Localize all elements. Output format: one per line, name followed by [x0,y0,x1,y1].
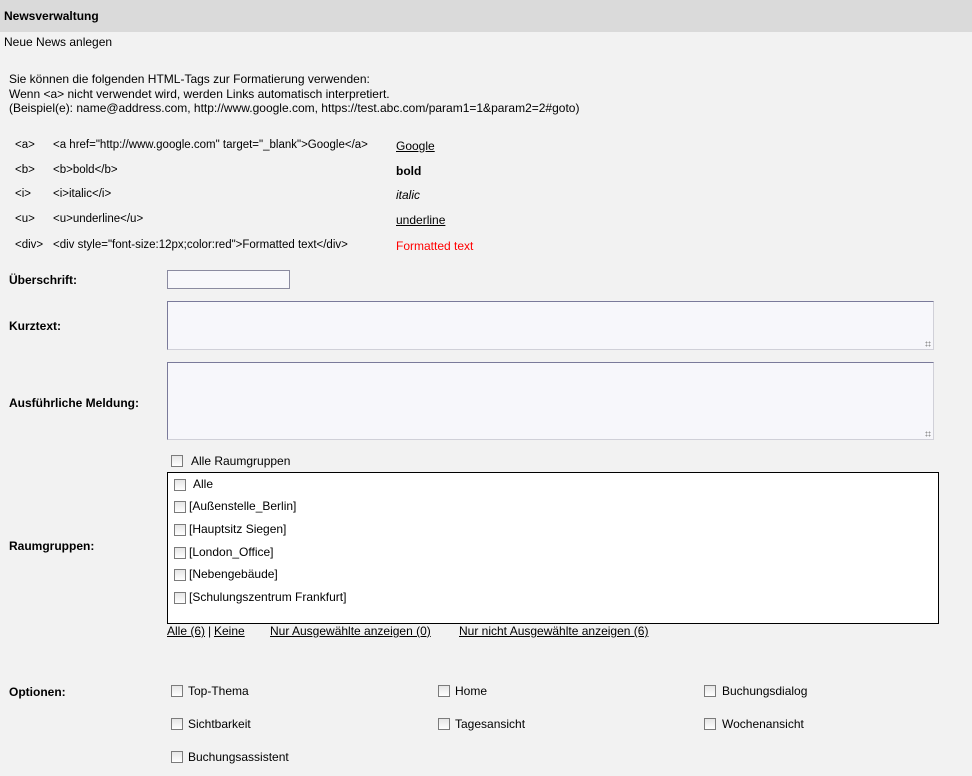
tagesansicht-checkbox[interactable] [438,718,450,730]
sichtbarkeit-label: Sichtbarkeit [188,717,251,731]
tag-example-link[interactable]: Google [396,139,435,153]
raumgruppe-checkbox-frankfurt[interactable] [174,592,186,604]
format-help: Sie können die folgenden HTML-Tags zur F… [9,72,579,116]
buchungsdialog-label: Buchungsdialog [722,684,808,698]
show-selected-link[interactable]: Nur Ausgewählte anzeigen (0) [270,624,431,638]
tag-example-formatted: Formatted text [396,239,474,253]
optionen-label: Optionen: [9,685,66,699]
raumgruppen-list[interactable]: Alle [Außenstelle_Berlin] [Hauptsitz Sie… [167,472,939,624]
raumgruppen-label: Raumgruppen: [9,539,95,553]
raumgruppe-label: [Außenstelle_Berlin] [189,499,297,513]
raumgruppe-label: [Schulungszentrum Frankfurt] [189,590,347,604]
alle-raumgruppen-checkbox[interactable] [171,455,183,467]
buchungsassistent-label: Buchungsassistent [188,750,289,764]
buchungsdialog-checkbox[interactable] [704,685,716,697]
raumgruppe-checkbox-london[interactable] [174,547,186,559]
kurztext-textarea[interactable] [167,301,934,350]
buchungsassistent-checkbox[interactable] [171,751,183,763]
kurztext-label: Kurztext: [9,319,62,333]
link-separator: | [208,624,212,638]
raumgruppe-checkbox-siegen[interactable] [174,524,186,536]
home-label: Home [455,684,488,698]
tag-code: <div style="font-size:12px;color:red">Fo… [53,239,348,251]
tag-name: <a> [15,139,35,151]
raumgruppe-label: [Nebengebäude] [189,567,278,581]
ueberschrift-label: Überschrift: [9,273,78,287]
meldung-label: Ausführliche Meldung: [9,396,139,410]
tagesansicht-label: Tagesansicht [455,717,526,731]
alle-raumgruppen-label: Alle Raumgruppen [191,454,291,468]
ueberschrift-input[interactable] [167,270,290,289]
tag-code: <a href="http://www.google.com" target="… [53,139,368,151]
raumgruppe-checkbox-alle[interactable] [174,479,186,491]
header-bar: Newsverwaltung [0,0,972,32]
help-line-1: Sie können die folgenden HTML-Tags zur F… [9,72,370,86]
section-title: Neue News anlegen [4,35,113,49]
raumgruppe-checkbox-nebengebaeude[interactable] [174,569,186,581]
resize-grip-icon[interactable] [925,341,931,347]
help-line-3: (Beispiel(e): name@address.com, http://w… [9,101,580,115]
show-unselected-link[interactable]: Nur nicht Ausgewählte anzeigen (6) [459,624,648,638]
raumgruppe-label: [Hauptsitz Siegen] [189,522,287,536]
raumgruppe-label: [London_Office] [189,545,274,559]
wochenansicht-checkbox[interactable] [704,718,716,730]
wochenansicht-label: Wochenansicht [722,717,804,731]
tag-name: <b> [15,164,35,176]
sichtbarkeit-checkbox[interactable] [171,718,183,730]
tag-name: <div> [15,239,44,251]
select-all-link[interactable]: Alle (6) [167,624,205,638]
tag-code: <u>underline</u> [53,213,144,225]
top-thema-label: Top-Thema [188,684,249,698]
tag-name: <u> [15,213,35,225]
help-line-2: Wenn <a> nicht verwendet wird, werden Li… [9,86,390,101]
tag-example-underline: underline [396,213,446,227]
top-thema-checkbox[interactable] [171,685,183,697]
select-none-link[interactable]: Keine [214,624,245,638]
tag-example-italic: italic [396,188,421,202]
meldung-textarea[interactable] [167,362,934,440]
raumgruppe-label: Alle [193,477,214,491]
raumgruppe-checkbox-berlin[interactable] [174,501,186,513]
tag-example-bold: bold [396,164,422,178]
home-checkbox[interactable] [438,685,450,697]
resize-grip-icon[interactable] [925,431,931,437]
tag-code: <b>bold</b> [53,164,118,176]
page-title: Newsverwaltung [4,9,99,23]
tag-name: <i> [15,188,31,200]
tag-code: <i>italic</i> [53,188,112,200]
